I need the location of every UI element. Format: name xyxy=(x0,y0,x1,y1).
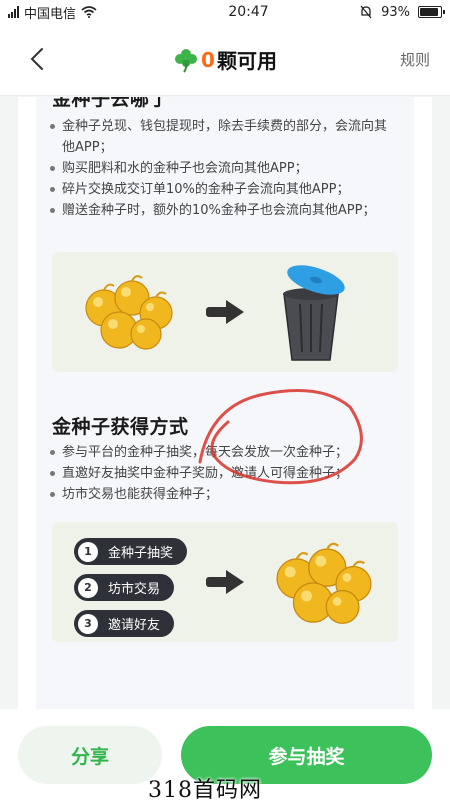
section-title-obtain: 金种子获得方式 xyxy=(52,416,189,438)
battery-fill xyxy=(420,8,438,16)
clover-icon xyxy=(175,48,198,73)
list-item: 赠送金种子时，额外的10%金种子也会流向其他APP； xyxy=(48,200,398,221)
available-count: 0 xyxy=(201,47,215,72)
list-item: 碎片交换成交订单10%的金种子会流向其他APP； xyxy=(48,179,398,200)
pill-number: 2 xyxy=(78,577,98,598)
share-button[interactable]: 分享 xyxy=(18,726,162,784)
status-left: 中国电信 xyxy=(8,3,178,22)
pill-label: 坊市交易 xyxy=(108,582,161,597)
wifi-icon xyxy=(81,6,97,18)
list-item: 参与平台的金种子抽奖，每天会发放一次金种子； xyxy=(48,442,398,463)
pill-number: 3 xyxy=(78,613,98,634)
pill-market: 2 坊市交易 xyxy=(74,574,175,601)
list-item: 坊市交易也能获得金种子； xyxy=(48,484,398,505)
page-title: 0 颗可用 xyxy=(173,45,277,74)
gold-seeds-icon xyxy=(85,275,173,350)
carrier-label: 中国电信 xyxy=(24,6,77,22)
arrow-right-icon xyxy=(206,570,244,594)
pill-lottery: 1 金种子抽奖 xyxy=(74,538,188,565)
back-chevron-icon xyxy=(30,48,43,70)
signal-icon xyxy=(8,6,19,18)
pill-label: 邀请好友 xyxy=(108,618,161,633)
list-item: 金种子兑现、钱包提现时，除去手续费的部分，会流向其他APP； xyxy=(48,116,398,158)
section-title-flow: 金种子去哪了 xyxy=(52,97,170,110)
alarm-off-icon xyxy=(360,5,372,19)
pill-label: 金种子抽奖 xyxy=(108,546,174,561)
battery-icon xyxy=(418,6,445,18)
nav-bar: 0 颗可用 规则 xyxy=(0,24,450,96)
status-right: 93% xyxy=(359,4,445,20)
flow-illustration xyxy=(52,252,398,372)
pill-invite: 3 邀请好友 xyxy=(74,610,175,637)
obtain-illustration: 1 金种子抽奖 2 坊市交易 3 邀请好友 xyxy=(52,522,398,642)
list-item: 直邀好友抽奖中金种子奖励，邀请人可得金种子； xyxy=(48,463,398,484)
obtain-pill-list: 1 金种子抽奖 2 坊市交易 3 邀请好友 xyxy=(74,538,188,637)
gold-seeds-icon xyxy=(276,542,372,624)
flow-list: 金种子兑现、钱包提现时，除去手续费的部分，会流向其他APP； 购买肥料和水的金种… xyxy=(48,116,398,221)
status-bar: 中国电信 20:47 93% xyxy=(0,0,450,24)
trash-bin-icon xyxy=(283,265,345,361)
pill-number: 1 xyxy=(78,541,98,562)
scroll-content[interactable]: 金种子去哪了 金种子兑现、钱包提现时，除去手续费的部分，会流向其他APP； 购买… xyxy=(0,97,450,709)
title-text: 颗可用 xyxy=(216,49,277,73)
watermark: 318首码网 www.E318.com xyxy=(148,778,262,800)
battery-percent: 93% xyxy=(381,4,410,20)
obtain-list: 参与平台的金种子抽奖，每天会发放一次金种子； 直邀好友抽奖中金种子奖励，邀请人可… xyxy=(48,442,398,505)
arrow-right-icon xyxy=(206,300,244,324)
status-time: 20:47 xyxy=(228,4,269,20)
back-button[interactable] xyxy=(22,44,52,74)
list-item: 购买肥料和水的金种子也会流向其他APP； xyxy=(48,158,398,179)
rules-link[interactable]: 规则 xyxy=(400,49,430,70)
